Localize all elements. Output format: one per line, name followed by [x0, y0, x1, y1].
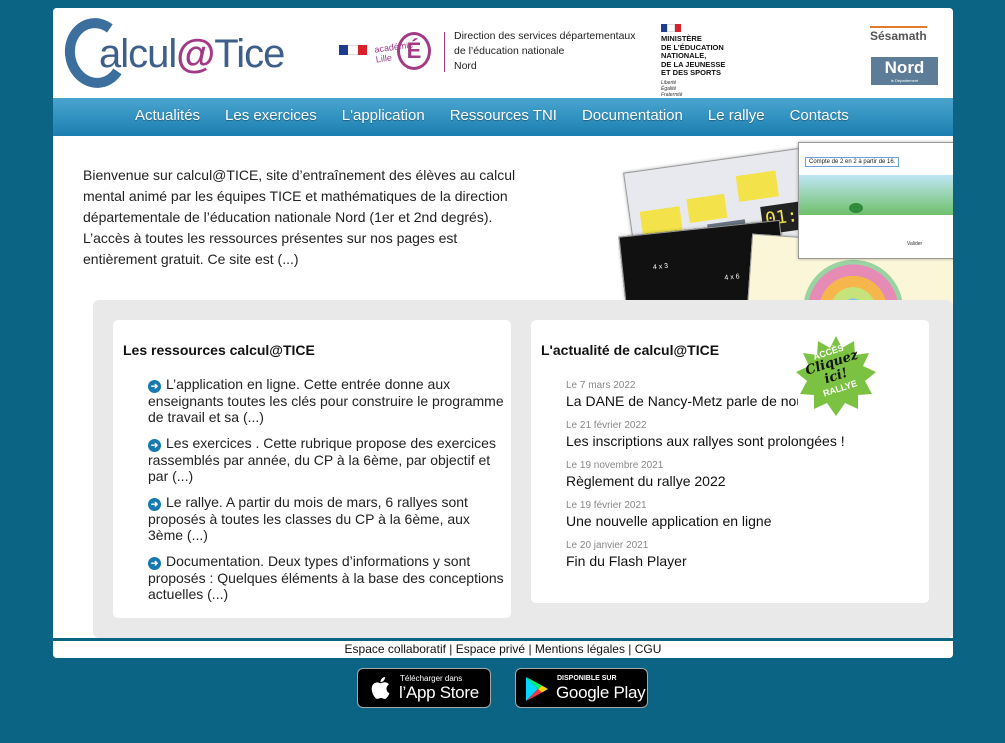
nav-item-contacts[interactable]: Contacts: [790, 107, 849, 124]
rallye-access-badge[interactable]: ACCÈS Cliquez ici! RALLYE: [796, 336, 876, 416]
google-play-big-text: Google Play: [556, 683, 646, 702]
google-play-badge[interactable]: DISPONIBLE SUR Google Play: [515, 668, 648, 708]
nav-item-exercices[interactable]: Les exercices: [225, 107, 317, 124]
arrow-right-icon: ➜: [148, 498, 161, 511]
news-date: Le 19 novembre 2021: [566, 460, 664, 471]
news-link[interactable]: Fin du Flash Player: [566, 552, 896, 570]
news-link[interactable]: Les inscriptions aux rallyes sont prolon…: [566, 432, 896, 450]
direction-departementale-text: Direction des services départementaux de…: [454, 30, 636, 72]
logo-text-part2: Tice: [214, 32, 285, 76]
google-play-small-text: DISPONIBLE SUR: [557, 675, 617, 682]
footer-rule: [53, 638, 953, 641]
news-date: Le 19 février 2021: [566, 500, 647, 511]
app-store-badge[interactable]: Télécharger dans l’App Store: [357, 668, 491, 708]
app-store-big-text: l’App Store: [399, 683, 479, 702]
arrow-right-icon: ➜: [148, 439, 161, 452]
news-item[interactable]: Le 19 novembre 2021 Règlement du rallye …: [566, 459, 896, 490]
nav-item-actualites[interactable]: Actualités: [135, 107, 200, 124]
resources-list: ➜ L’application en ligne. Cette entrée do…: [148, 376, 508, 612]
header-divider: [444, 32, 445, 72]
nav-item-ressources-tni[interactable]: Ressources TNI: [450, 107, 557, 124]
calcul-tice-logo[interactable]: alcul@Tice: [59, 13, 313, 93]
nord-departement-logo[interactable]: Nord le Département: [871, 57, 938, 85]
republique-francaise-flag-icon: [339, 45, 367, 55]
arrow-right-icon: ➜: [148, 380, 161, 393]
footer-links: Espace collaboratif | Espace privé | Men…: [344, 642, 662, 656]
screenshot-frog-game: Compte de 2 en 2 à partir de 16. Valider: [798, 142, 953, 259]
footer-band: Espace collaboratif | Espace privé | Men…: [53, 638, 953, 658]
main-nav: Actualités Les exercices L'application R…: [53, 98, 953, 136]
news-link[interactable]: La DANE de Nancy-Metz parle de nous: [566, 392, 798, 410]
footer-link-mentions-legales[interactable]: Mentions légales: [535, 642, 625, 656]
logo-at-sign: @: [176, 32, 215, 76]
resources-title: Les ressources calcul@TICE: [123, 342, 315, 358]
logo-text-part1: alcul: [99, 32, 177, 76]
sesamath-logo[interactable]: Sésamath: [870, 26, 927, 43]
arrow-right-icon: ➜: [148, 557, 161, 570]
resource-item-exercices[interactable]: ➜ Les exercices . Cette rubrique propose …: [148, 435, 508, 484]
site-header: alcul@Tice académie Lille É Direction des…: [53, 8, 953, 98]
google-play-icon: [526, 677, 548, 701]
news-link[interactable]: Une nouvelle application en ligne: [566, 512, 896, 530]
resources-card: Les ressources calcul@TICE ➜ L’applicatio…: [113, 320, 511, 618]
news-item[interactable]: Le 21 février 2022 Les inscriptions aux …: [566, 419, 896, 450]
footer-link-cgu[interactable]: CGU: [635, 642, 662, 656]
ministere-flag-icon: [661, 24, 681, 32]
news-date: Le 21 février 2022: [566, 420, 647, 431]
news-item[interactable]: Le 19 février 2021 Une nouvelle applicat…: [566, 499, 896, 530]
footer-link-espace-prive[interactable]: Espace privé: [456, 642, 525, 656]
ministere-logo: MINISTÈRE DE L’ÉDUCATION NATIONALE, DE L…: [661, 24, 741, 98]
app-store-small-text: Télécharger dans: [400, 674, 463, 683]
resource-item-documentation[interactable]: ➜ Documentation. Deux types d’information…: [148, 553, 508, 602]
nav-item-rallye[interactable]: Le rallye: [708, 107, 765, 124]
nav-item-application[interactable]: L'application: [342, 107, 425, 124]
resource-item-rallye[interactable]: ➜ Le rallye. A partir du mois de mars, 6 …: [148, 494, 508, 543]
academie-letter: É: [397, 32, 431, 70]
resource-item-application[interactable]: ➜ L’application en ligne. Cette entrée do…: [148, 376, 508, 425]
frog-icon: [849, 203, 863, 213]
news-link[interactable]: Règlement du rallye 2022: [566, 472, 896, 490]
nav-item-documentation[interactable]: Documentation: [582, 107, 683, 124]
news-item[interactable]: Le 20 janvier 2021 Fin du Flash Player: [566, 539, 896, 570]
footer-link-espace-collaboratif[interactable]: Espace collaboratif: [345, 642, 446, 656]
news-title: L'actualité de calcul@TICE: [541, 342, 720, 358]
intro-text: Bienvenue sur calcul@TICE, site d’entraî…: [83, 167, 516, 267]
news-date: Le 20 janvier 2021: [566, 540, 649, 551]
apple-icon: [371, 677, 390, 699]
academie-lille-logo: académie Lille É: [374, 30, 433, 74]
